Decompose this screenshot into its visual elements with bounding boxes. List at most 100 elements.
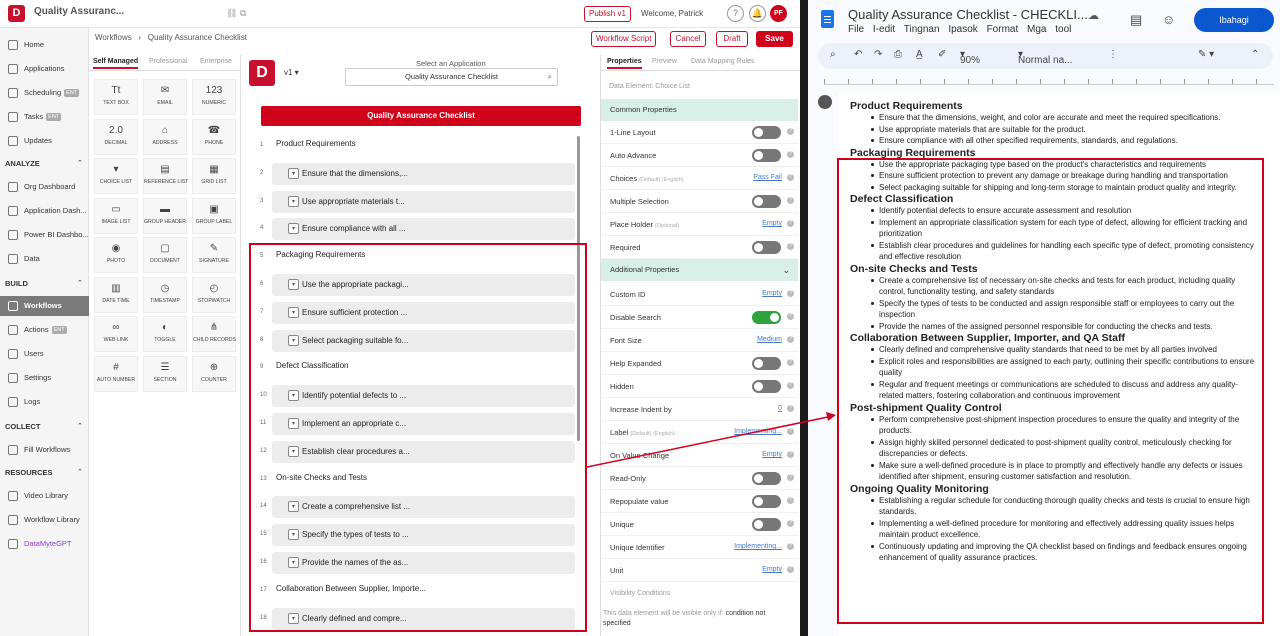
doc-title[interactable]: Quality Assurance Checklist - CHECKLI... bbox=[848, 7, 1088, 22]
redo-icon[interactable]: ↷ bbox=[874, 49, 882, 60]
help-icon[interactable]: ? bbox=[787, 336, 794, 343]
menu-tools[interactable]: Mga tool bbox=[1027, 24, 1071, 35]
help-icon[interactable]: ? bbox=[787, 197, 794, 204]
sidebar-item-video-library[interactable]: Video Library bbox=[0, 486, 89, 506]
tool-toggle[interactable]: ◐ TOGGLE bbox=[143, 316, 187, 352]
help-icon[interactable]: ? bbox=[787, 220, 794, 227]
sidebar-item-settings[interactable]: Settings bbox=[0, 368, 89, 388]
menu-file[interactable]: File bbox=[848, 24, 864, 35]
menu-view[interactable]: Tingnan bbox=[904, 24, 940, 35]
sidebar-item-org-dashboard[interactable]: Org Dashboard bbox=[0, 177, 89, 197]
sidebar-item-fill-workflows[interactable]: Fill Workflows bbox=[0, 440, 89, 460]
sidebar-item-power-bi-dashbo[interactable]: Power BI Dashbo... bbox=[0, 225, 89, 245]
sidebar-item-application-dash[interactable]: Application Dash... bbox=[0, 201, 89, 221]
tool-stopwatch[interactable]: ◴ STOPWATCH bbox=[192, 276, 236, 313]
prop-link[interactable]: 0 bbox=[778, 405, 782, 412]
menu-format[interactable]: Format bbox=[987, 24, 1019, 35]
doc-bullet[interactable]: Ensure that the dimensions, weight, and … bbox=[850, 112, 1260, 124]
cloud-saved-icon[interactable]: ☁ bbox=[1088, 9, 1099, 22]
spellcheck-icon[interactable]: A̲ bbox=[916, 49, 923, 60]
form-field[interactable]: 2 ▾ Ensure that the dimensions,... bbox=[252, 162, 582, 185]
collapse-icon[interactable]: ⌃ bbox=[1251, 49, 1259, 60]
prop-link[interactable]: Empty bbox=[762, 451, 782, 458]
common-properties-header[interactable]: Common Properties bbox=[601, 99, 798, 121]
prop-link[interactable]: Empty bbox=[762, 290, 782, 297]
help-icon[interactable]: ? bbox=[787, 290, 794, 297]
chevron-up-icon[interactable]: ⌃ bbox=[77, 422, 83, 430]
toggle-1-line-layout[interactable] bbox=[752, 126, 781, 139]
paint-format-icon[interactable]: ✐ bbox=[938, 49, 946, 60]
help-icon[interactable]: ? bbox=[727, 5, 744, 22]
sidebar-item-workflows[interactable]: Workflows bbox=[0, 296, 89, 316]
toggle-disable-search[interactable] bbox=[752, 311, 781, 324]
toggle-multiple-selection[interactable] bbox=[752, 195, 781, 208]
prop-choices[interactable]: Choices (Default) (English) Pass Fail? bbox=[601, 167, 798, 190]
choice-field-box[interactable]: ▾ Ensure that the dimensions,... bbox=[272, 162, 575, 185]
document-outline-icon[interactable] bbox=[818, 95, 832, 109]
doc-bullet[interactable]: Ensure compliance with all other specifi… bbox=[850, 135, 1260, 147]
menu-insert[interactable]: Ipasok bbox=[948, 24, 977, 35]
app-logo[interactable]: D bbox=[8, 5, 25, 22]
prop-unique-identifier[interactable]: Unique Identifier Implementing...? bbox=[601, 536, 798, 559]
prop-link[interactable]: Implementing... bbox=[734, 428, 782, 435]
prop-link[interactable]: Empty bbox=[762, 220, 782, 227]
link-icon[interactable]: ⛓ bbox=[226, 8, 237, 18]
add-person-icon[interactable]: ☺ bbox=[1162, 12, 1175, 27]
notification-icon[interactable]: 🔔 bbox=[749, 5, 766, 22]
help-icon[interactable]: ? bbox=[787, 174, 794, 181]
help-icon[interactable]: ? bbox=[787, 520, 794, 527]
chevron-up-icon[interactable]: ⌃ bbox=[77, 279, 83, 287]
prop-unit[interactable]: Unit Empty? bbox=[601, 559, 798, 582]
search-icon[interactable]: ⌕ bbox=[830, 49, 836, 60]
tool-child-records[interactable]: ⋔ CHILD RECORDS bbox=[192, 316, 236, 352]
prop-label[interactable]: Label (Default) (English) Implementing...… bbox=[601, 421, 798, 444]
help-icon[interactable]: ? bbox=[787, 359, 794, 366]
tool-photo[interactable]: ◉ PHOTO bbox=[94, 237, 138, 273]
style-select[interactable]: Normal na... ▾ bbox=[1018, 49, 1072, 66]
toggle-required[interactable] bbox=[752, 241, 781, 254]
tool-image-list[interactable]: ▭ IMAGE LIST bbox=[94, 197, 138, 234]
tab-data-mapping-rules[interactable]: Data Mapping Rules bbox=[691, 58, 754, 65]
tool-web-link[interactable]: ∞ WEB LINK bbox=[94, 316, 138, 352]
form-field[interactable]: 3 ▾ Use appropriate materials t... bbox=[252, 190, 582, 213]
tool-choice-list[interactable]: ▾ CHOICE LIST bbox=[94, 158, 138, 194]
tool-address[interactable]: ⌂ ADDRESS bbox=[143, 118, 187, 155]
draft-button[interactable]: Draft bbox=[716, 31, 748, 47]
prop-link[interactable]: Empty bbox=[762, 566, 782, 573]
version-select[interactable]: v1 ▾ bbox=[284, 68, 299, 77]
publish-button[interactable]: Publish v1 bbox=[584, 6, 631, 22]
help-icon[interactable]: ? bbox=[787, 428, 794, 435]
print-icon[interactable]: ⎙ bbox=[894, 49, 902, 60]
undo-icon[interactable]: ↶ bbox=[854, 49, 862, 60]
tab-properties[interactable]: Properties bbox=[607, 58, 642, 69]
sidebar-item-scheduling[interactable]: Scheduling ENT bbox=[0, 83, 89, 103]
breadcrumb-root[interactable]: Workflows bbox=[95, 33, 132, 42]
share-button[interactable]: Ibahagi bbox=[1194, 8, 1274, 32]
prop-disable-search[interactable]: Disable Search? bbox=[601, 306, 798, 329]
application-select[interactable]: Quality Assurance Checklist ⌕ bbox=[345, 68, 558, 86]
form-section[interactable]: 1 Product Requirements bbox=[252, 135, 582, 157]
zoom-select[interactable]: 90% ▾ bbox=[960, 49, 980, 66]
tab-professional[interactable]: Professional bbox=[149, 58, 188, 65]
tab-enterprise[interactable]: Enterprise bbox=[200, 58, 232, 65]
toggle-repopulate-value[interactable] bbox=[752, 495, 781, 508]
help-icon[interactable]: ? bbox=[787, 566, 794, 573]
prop-place-holder[interactable]: Place Holder (Optional) Empty? bbox=[601, 213, 798, 236]
prop-required[interactable]: Required? bbox=[601, 236, 798, 259]
sidebar-item-logs[interactable]: Logs bbox=[0, 392, 89, 412]
help-icon[interactable]: ? bbox=[787, 151, 794, 158]
tool-date-time[interactable]: ▥ DATE TIME bbox=[94, 276, 138, 313]
prop-custom-id[interactable]: Custom ID Empty? bbox=[601, 283, 798, 306]
code-icon[interactable]: ⧉ bbox=[240, 8, 250, 18]
doc-bullet[interactable]: Use appropriate materials that are suita… bbox=[850, 124, 1260, 136]
tool-auto-number[interactable]: # AUTO NUMBER bbox=[94, 355, 138, 392]
comment-icon[interactable]: ▤ bbox=[1130, 12, 1142, 28]
tool-grid-list[interactable]: ▦ GRID LIST bbox=[192, 158, 236, 194]
tool-reference-list[interactable]: ▤ REFERENCE LIST bbox=[143, 158, 188, 194]
prop-hidden[interactable]: Hidden? bbox=[601, 375, 798, 398]
sidebar-item-actions[interactable]: Actions ENT bbox=[0, 320, 89, 340]
tool-signature[interactable]: ✎ SIGNATURE bbox=[192, 237, 236, 273]
help-icon[interactable]: ? bbox=[787, 474, 794, 481]
tool-phone[interactable]: ☎ PHONE bbox=[192, 118, 236, 155]
tool-text-box[interactable]: Tt TEXT BOX bbox=[94, 79, 138, 115]
